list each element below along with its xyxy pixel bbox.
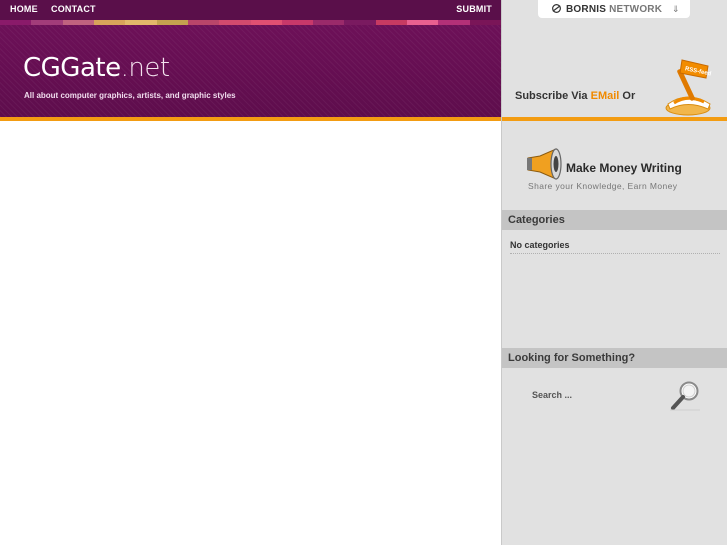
network-brand-text: BORNIS xyxy=(566,4,607,15)
money-banner-title: Make Money Writing xyxy=(566,161,682,175)
megaphone-icon xyxy=(527,148,562,180)
chevron-down-icon: ⇓ xyxy=(672,4,680,14)
subscribe-prefix: Subscribe Via xyxy=(515,90,591,102)
site-logo[interactable]: CGGate.net xyxy=(23,53,170,83)
network-word-text: NETWORK xyxy=(609,4,663,15)
nav-submit-link[interactable]: SUBMIT xyxy=(456,4,492,14)
search-heading: Looking for Something? xyxy=(502,348,727,368)
header-accent-bar xyxy=(0,117,501,121)
main-column: HOME CONTACT SUBMIT CGGate.net All about… xyxy=(0,0,502,545)
categories-empty-message: No categories xyxy=(510,240,720,254)
site-tagline: All about computer graphics, artists, an… xyxy=(24,91,236,100)
search-input[interactable] xyxy=(532,387,662,403)
rss-feed-icon[interactable]: RSS-feed xyxy=(654,56,716,118)
nav-home-link[interactable]: HOME xyxy=(10,4,38,14)
network-label: BORNIS NETWORK xyxy=(566,4,662,15)
make-money-writing-banner[interactable]: Make Money Writing Share your Knowledge,… xyxy=(524,146,709,194)
categories-heading: Categories xyxy=(502,210,727,230)
subscribe-block: Subscribe Via EMail Or RSS-feed xyxy=(502,26,727,118)
sidebar: BORNIS NETWORK ⇓ Subscribe Via EMail Or … xyxy=(502,0,727,545)
subscribe-email-link[interactable]: EMail xyxy=(591,90,620,102)
site-header: CGGate.net All about computer graphics, … xyxy=(0,25,501,117)
logo-suffix-text: .net xyxy=(120,53,170,83)
top-navigation: HOME CONTACT SUBMIT xyxy=(0,0,501,20)
logo-main-text: CGGate xyxy=(23,53,121,83)
magnifier-icon[interactable] xyxy=(668,380,702,412)
nav-contact-link[interactable]: CONTACT xyxy=(51,4,96,14)
money-banner-subtitle: Share your Knowledge, Earn Money xyxy=(528,181,678,191)
subscribe-text: Subscribe Via EMail Or xyxy=(515,90,635,102)
subscribe-suffix: Or xyxy=(619,90,636,102)
globe-icon xyxy=(552,4,561,13)
bornis-network-button[interactable]: BORNIS NETWORK ⇓ xyxy=(538,0,690,18)
sidebar-accent-bar xyxy=(502,117,727,121)
